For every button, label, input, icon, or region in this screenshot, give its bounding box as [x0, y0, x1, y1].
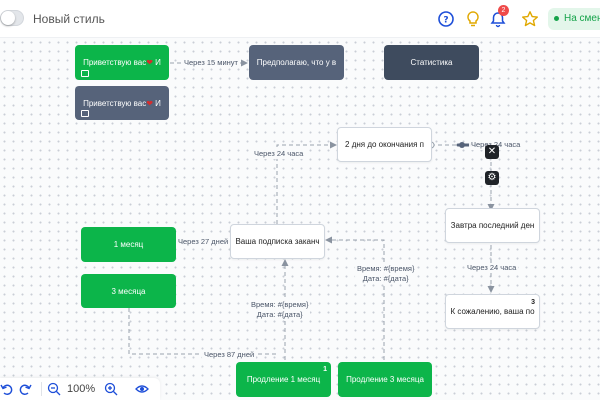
edge-label-time-right-line2: Дата: #{дата}	[362, 274, 409, 283]
edge-port[interactable]	[459, 142, 465, 148]
node-extend-3-months[interactable]: Продление 3 месяца	[338, 362, 432, 397]
edge-label-87d[interactable]: Через 87 дней	[202, 350, 257, 360]
node-two-days[interactable]: 2 дня до окончания п	[337, 127, 432, 162]
zoom-level: 100%	[67, 383, 96, 395]
node-tomorrow-text: Завтра последний ден	[450, 221, 535, 230]
edge-label-27d[interactable]: Через 27 дней	[176, 237, 231, 247]
node-sorry-count: 3	[531, 299, 535, 306]
node-tomorrow[interactable]: Завтра последний ден	[445, 208, 540, 243]
edge-label-time-left[interactable]: Время: #{время} Дата: #{дата}	[249, 300, 311, 320]
node-greet-2[interactable]: Приветствую вас ❤ И	[75, 86, 169, 120]
undo-icon[interactable]	[0, 382, 14, 396]
new-style-toggle[interactable]	[0, 10, 24, 26]
heart-icon: ❤	[146, 98, 153, 108]
node-subscription-ending-text: Ваша подписка заканч	[235, 237, 320, 246]
edge-label-time-right[interactable]: Время: #{время} Дата: #{дата}	[355, 264, 417, 284]
node-extend-1-month-count: 1	[323, 366, 327, 373]
edge-label-24h-left[interactable]: Через 24 часа	[252, 149, 306, 159]
status-dot	[554, 15, 559, 21]
eye-icon[interactable]	[135, 382, 149, 396]
node-extend-1-month[interactable]: Продление 1 месяц 1	[236, 362, 331, 397]
node-greet-2-text: Приветствую вас	[83, 98, 147, 108]
new-style-label: Новый стиль	[33, 12, 105, 26]
delete-edge-button[interactable]: ✕	[485, 145, 499, 159]
node-sorry[interactable]: К сожалению, ваша по 3	[445, 294, 540, 329]
node-month-1-text: 1 месяц	[113, 240, 144, 249]
message-icon	[81, 110, 89, 117]
edge-label-24h-right[interactable]: Через 24 часа	[465, 263, 519, 273]
edge-settings-button[interactable]: ⚙	[485, 171, 499, 185]
close-icon: ✕	[487, 146, 497, 157]
redo-icon[interactable]	[18, 382, 32, 396]
node-statistics-text: Статистика	[410, 58, 453, 67]
shift-status-pill[interactable]: На смене	[548, 8, 600, 30]
node-greet-1-text: Приветствую вас	[83, 58, 147, 67]
zoom-in-icon[interactable]	[104, 382, 118, 396]
lightbulb-icon[interactable]	[464, 10, 482, 28]
node-month-1[interactable]: 1 месяц	[81, 227, 176, 262]
svg-text:?: ?	[443, 16, 448, 26]
node-two-days-text: 2 дня до окончания п	[345, 140, 424, 149]
node-sorry-text: К сожалению, ваша по	[450, 307, 535, 316]
node-greet-2-tail: И	[155, 98, 161, 108]
bottom-toolbar: 100%	[0, 378, 160, 400]
toolbar-divider	[41, 382, 42, 396]
edge-24h-top	[431, 144, 495, 211]
edge-ext3-to-sub	[325, 236, 385, 360]
node-extend-3-months-text: Продление 3 месяца	[346, 375, 424, 384]
notifications-badge: 2	[498, 5, 509, 16]
heart-icon: ❤	[146, 58, 153, 67]
edge-label-15min[interactable]: Через 15 минут	[182, 58, 240, 68]
edge-label-time-left-line2: Дата: #{дата}	[256, 310, 303, 319]
node-greet-1-tail: И	[155, 58, 161, 67]
edge-label-time-left-line1: Время: #{время}	[251, 300, 309, 309]
edge-label-time-right-line1: Время: #{время}	[357, 264, 415, 273]
star-icon[interactable]	[521, 10, 539, 28]
zoom-out-icon[interactable]	[47, 382, 61, 396]
toggle-knob	[1, 11, 15, 25]
node-month-3[interactable]: 3 месяца	[81, 274, 176, 308]
node-extend-1-month-text: Продление 1 месяц	[246, 375, 321, 384]
shift-status-label: На смене	[564, 13, 600, 24]
node-suppose-text: Предполагаю, что у в	[256, 58, 337, 67]
message-icon	[81, 70, 89, 77]
node-statistics[interactable]: Статистика	[384, 45, 479, 80]
gear-icon: ⚙	[487, 172, 497, 183]
node-month-3-text: 3 месяца	[111, 286, 146, 296]
node-subscription-ending[interactable]: Ваша подписка заканч	[230, 224, 325, 259]
node-greet-1[interactable]: Приветствую вас ❤ И	[75, 45, 169, 80]
help-icon[interactable]: ?	[437, 10, 455, 28]
node-suppose[interactable]: Предполагаю, что у в	[249, 45, 344, 80]
top-bar: Новый стиль ? 2 На смене	[0, 0, 600, 38]
